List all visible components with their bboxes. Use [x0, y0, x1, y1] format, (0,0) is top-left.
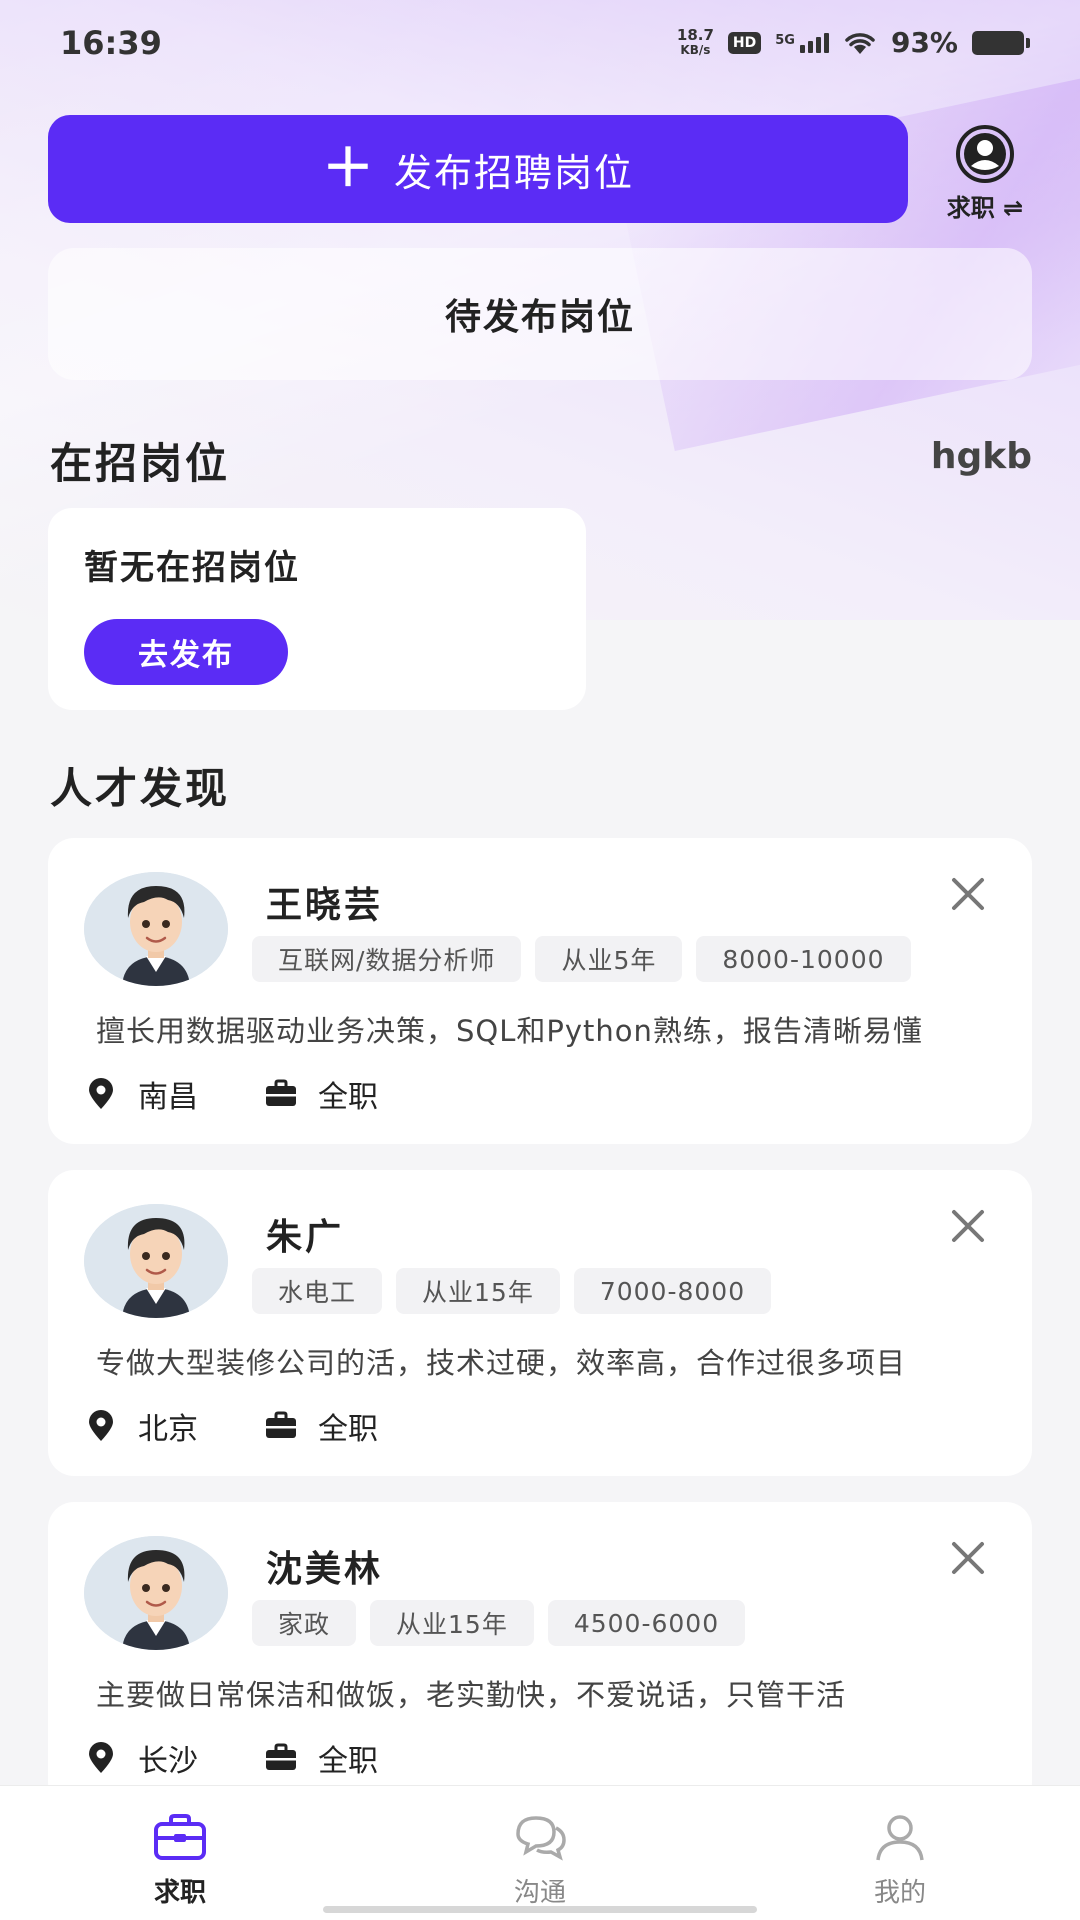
talent-city: 南昌	[138, 1080, 198, 1115]
wifi-icon	[845, 32, 875, 54]
pending-positions-button[interactable]: 待发布岗位	[48, 248, 1032, 380]
user-circle-icon	[956, 125, 1014, 183]
talent-meta: 南昌 全职	[84, 1072, 444, 1116]
talent-name: 朱广	[266, 1217, 345, 1258]
talent-card[interactable]: 王晓芸互联网/数据分析师 从业5年 8000-10000 擅长用数据驱动业务决策，SQ…	[48, 838, 1032, 1144]
briefcase-icon	[266, 1411, 296, 1438]
hd-icon: HD	[727, 31, 762, 54]
talent-tag: 7000-8000	[573, 1268, 772, 1314]
briefcase-icon	[266, 1743, 296, 1770]
empty-positions-card: 暂无在招岗位 去发布	[48, 508, 586, 710]
avatar	[84, 1204, 228, 1318]
avatar	[84, 872, 228, 986]
close-icon[interactable]	[948, 1538, 988, 1578]
network-speed-unit: KB/s	[680, 42, 711, 57]
talent-name: 沈美林	[266, 1549, 384, 1590]
location-pin-icon	[89, 1410, 113, 1441]
talent-description: 主要做日常保洁和做饭，老实勤快，不爱说话，只管干活	[96, 1678, 847, 1712]
network-speed-value: 18.7	[676, 25, 714, 44]
talent-tag: 互联网/数据分析师	[252, 936, 522, 982]
role-switch-button[interactable]: 求职 ⇌	[930, 124, 1040, 224]
talent-name: 王晓芸	[266, 885, 384, 926]
talent-card[interactable]: 沈美林家政 从业15年 4500-6000 主要做日常保洁和做饭，老实勤快，不爱说话，…	[48, 1502, 1032, 1808]
talent-job-type-label: 全职	[318, 1412, 378, 1447]
talent-meta: 北京 全职	[84, 1404, 444, 1448]
talent-job-type: 全职	[264, 1072, 378, 1116]
talent-tags: 家政 从业15年 4500-6000	[252, 1600, 746, 1646]
battery-icon	[972, 30, 1030, 55]
status-icons: 18.7 KB/s HD 5G 93%	[676, 25, 1030, 59]
network-speed: 18.7 KB/s	[676, 25, 714, 58]
chat-icon	[516, 1816, 566, 1861]
talent-tag: 从业15年	[370, 1600, 534, 1646]
talent-discovery-title: 人才发现	[50, 764, 231, 813]
close-icon[interactable]	[948, 874, 988, 914]
battery-percent: 93%	[890, 26, 958, 59]
cellular-signal-icon: 5G	[775, 32, 829, 53]
talent-job-type: 全职	[264, 1404, 378, 1448]
nav-item-chat[interactable]: 沟通	[360, 1786, 720, 1920]
pending-positions-label: 待发布岗位	[444, 297, 635, 338]
briefcase-icon	[154, 1814, 206, 1860]
talent-tag: 家政	[252, 1600, 357, 1646]
publish-job-button[interactable]: ＋ 发布招聘岗位	[48, 115, 908, 223]
talent-card[interactable]: 朱广水电工 从业15年 7000-8000 专做大型装修公司的活，技术过硬，效率高，合…	[48, 1170, 1032, 1476]
nav-item-jobs[interactable]: 求职	[0, 1786, 360, 1920]
talent-tags: 水电工 从业15年 7000-8000	[252, 1268, 772, 1314]
talent-job-type-label: 全职	[318, 1744, 378, 1779]
location-pin-icon	[89, 1742, 113, 1773]
avatar	[84, 1536, 228, 1650]
talent-tags: 互联网/数据分析师 从业5年 8000-10000	[252, 936, 911, 982]
talent-tag: 从业5年	[535, 936, 683, 982]
talent-city: 北京	[138, 1412, 198, 1447]
close-icon[interactable]	[948, 1206, 988, 1246]
bottom-nav: 求职 沟通 我的	[0, 1785, 1080, 1920]
talent-tag: 4500-6000	[547, 1600, 746, 1646]
active-positions-title: 在招岗位	[50, 439, 231, 488]
role-switch-label: 求职 ⇌	[946, 194, 1024, 222]
talent-job-type: 全职	[264, 1736, 378, 1780]
company-name: hgkb	[930, 436, 1032, 477]
talent-location: 南昌	[84, 1072, 198, 1116]
go-publish-button[interactable]: 去发布	[84, 619, 288, 685]
briefcase-icon	[266, 1079, 296, 1106]
nav-label-chat: 沟通	[513, 1878, 566, 1908]
talent-location: 北京	[84, 1404, 198, 1448]
talent-location: 长沙	[84, 1736, 198, 1780]
talent-tag: 8000-10000	[696, 936, 911, 982]
empty-positions-text: 暂无在招岗位	[84, 548, 300, 588]
talent-job-type-label: 全职	[318, 1080, 378, 1115]
talent-meta: 长沙 全职	[84, 1736, 444, 1780]
talent-tag: 从业15年	[396, 1268, 560, 1314]
nav-item-mine[interactable]: 我的	[720, 1786, 1080, 1920]
person-icon	[876, 1815, 924, 1861]
talent-description: 擅长用数据驱动业务决策，SQL和Python熟练，报告清晰易懂	[96, 1014, 923, 1048]
home-indicator	[323, 1906, 757, 1913]
location-pin-icon	[89, 1078, 113, 1109]
status-time: 16:39	[60, 24, 162, 62]
talent-city: 长沙	[138, 1744, 198, 1779]
nav-label-mine: 我的	[873, 1878, 926, 1908]
talent-description: 专做大型装修公司的活，技术过硬，效率高，合作过很多项目	[96, 1346, 907, 1380]
nav-label-jobs: 求职	[153, 1878, 206, 1908]
plus-icon: ＋	[321, 139, 376, 199]
talent-tag: 水电工	[252, 1268, 383, 1314]
publish-job-label: 发布招聘岗位	[394, 150, 635, 195]
network-type: 5G	[775, 32, 795, 48]
